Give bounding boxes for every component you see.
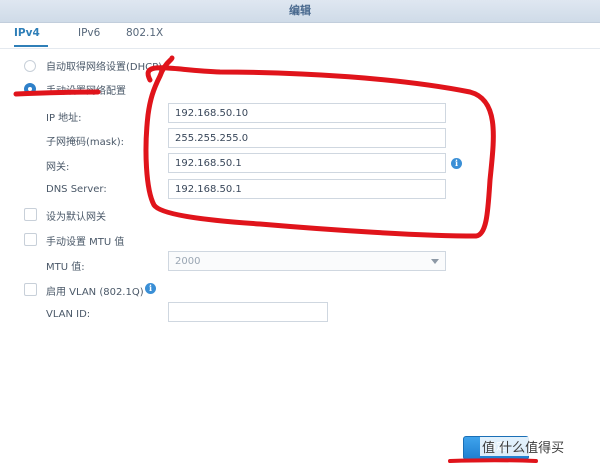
gateway-label: 网关: (46, 162, 70, 173)
vlan-id-label: VLAN ID: (46, 309, 91, 320)
active-tab-indicator (14, 45, 48, 47)
tab-bar: IPv4 IPv6 802.1X (0, 22, 600, 49)
manual-mtu-label: 手动设置 MTU 值 (46, 237, 125, 248)
dialog-title: 编辑 (0, 0, 600, 23)
vlan-enable-checkbox[interactable] (24, 283, 37, 296)
chevron-down-icon (431, 259, 439, 264)
dhcp-radio[interactable] (24, 60, 36, 72)
dns-server-label: DNS Server: (46, 184, 107, 195)
ip-address-input[interactable]: 192.168.50.10 (168, 103, 446, 123)
mtu-select[interactable]: 2000 (168, 251, 446, 271)
default-gateway-checkbox[interactable] (24, 208, 37, 221)
annotation-underline-ok (448, 458, 538, 463)
mtu-value-label: MTU 值: (46, 262, 85, 273)
ip-address-label: IP 地址: (46, 113, 82, 124)
subnet-mask-label: 子网掩码(mask): (46, 137, 125, 148)
dns-server-input[interactable]: 192.168.50.1 (168, 179, 446, 199)
manual-config-radio-label: 手动设置网络配置 (46, 86, 126, 97)
subnet-mask-input[interactable]: 255.255.255.0 (168, 128, 446, 148)
dhcp-radio-label: 自动取得网络设置(DHCP) (46, 62, 163, 73)
watermark-text: 值 什么值得买 (480, 437, 567, 456)
info-icon[interactable]: i (451, 158, 462, 169)
vlan-id-input[interactable] (168, 302, 328, 322)
tab-8021x[interactable]: 802.1X (126, 27, 163, 39)
default-gateway-label: 设为默认网关 (46, 212, 106, 223)
vlan-enable-label: 启用 VLAN (802.1Q) (46, 287, 144, 298)
gateway-input[interactable]: 192.168.50.1 (168, 153, 446, 173)
manual-mtu-checkbox[interactable] (24, 233, 37, 246)
tab-ipv6[interactable]: IPv6 (78, 27, 100, 39)
vlan-info-icon[interactable]: i (145, 283, 156, 294)
mtu-select-value: 2000 (175, 256, 201, 267)
tab-ipv4[interactable]: IPv4 (14, 27, 40, 39)
manual-config-radio[interactable] (24, 83, 36, 95)
